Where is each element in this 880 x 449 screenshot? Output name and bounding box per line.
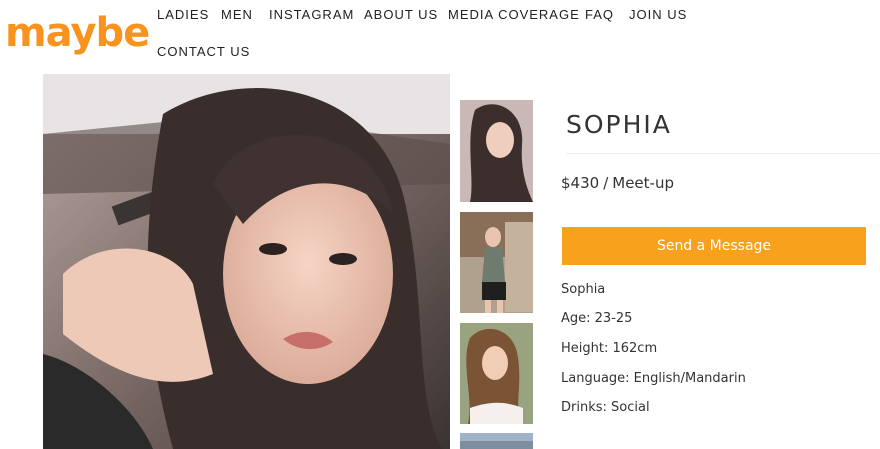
detail-display-name: Sophia xyxy=(561,282,606,297)
thumbnail-photo-2 xyxy=(460,212,533,313)
profile-name: SOPHIA xyxy=(566,110,672,139)
thumbnail-photo-1 xyxy=(460,100,533,202)
thumbnail-1[interactable] xyxy=(460,100,533,202)
nav-ladies[interactable]: LADIES xyxy=(157,7,209,22)
nav-faq[interactable]: FAQ xyxy=(585,7,614,22)
thumbnail-4[interactable] xyxy=(460,433,533,449)
main-portrait-photo[interactable] xyxy=(43,74,450,449)
price-separator: / xyxy=(603,174,609,192)
portrait-photo-image xyxy=(43,74,450,449)
price: $430/Meet-up xyxy=(561,174,674,192)
thumbnail-2[interactable] xyxy=(460,212,533,313)
thumbnail-photo-4 xyxy=(460,433,533,449)
thumbnail-3[interactable] xyxy=(460,323,533,424)
brand-logo[interactable]: maybe xyxy=(5,8,150,58)
nav-join-us[interactable]: JOIN US xyxy=(629,7,687,22)
detail-height: Height: 162cm xyxy=(561,341,658,356)
nav-instagram[interactable]: INSTAGRAM xyxy=(269,7,354,22)
price-amount: $430 xyxy=(561,174,600,192)
nav-contact-us[interactable]: CONTACT US xyxy=(157,44,250,59)
name-divider xyxy=(566,153,880,154)
detail-language: Language: English/Mandarin xyxy=(561,371,746,386)
nav-men[interactable]: MEN xyxy=(221,7,253,22)
detail-age: Age: 23-25 xyxy=(561,311,633,326)
price-unit: Meet-up xyxy=(612,174,674,192)
send-message-button[interactable]: Send a Message xyxy=(562,227,866,265)
nav-about-us[interactable]: ABOUT US xyxy=(364,7,438,22)
nav-media-coverage[interactable]: MEDIA COVERAGE xyxy=(448,7,580,22)
logo-text: maybe xyxy=(5,10,150,56)
thumbnail-photo-3 xyxy=(460,323,533,424)
detail-drinks: Drinks: Social xyxy=(561,400,650,415)
